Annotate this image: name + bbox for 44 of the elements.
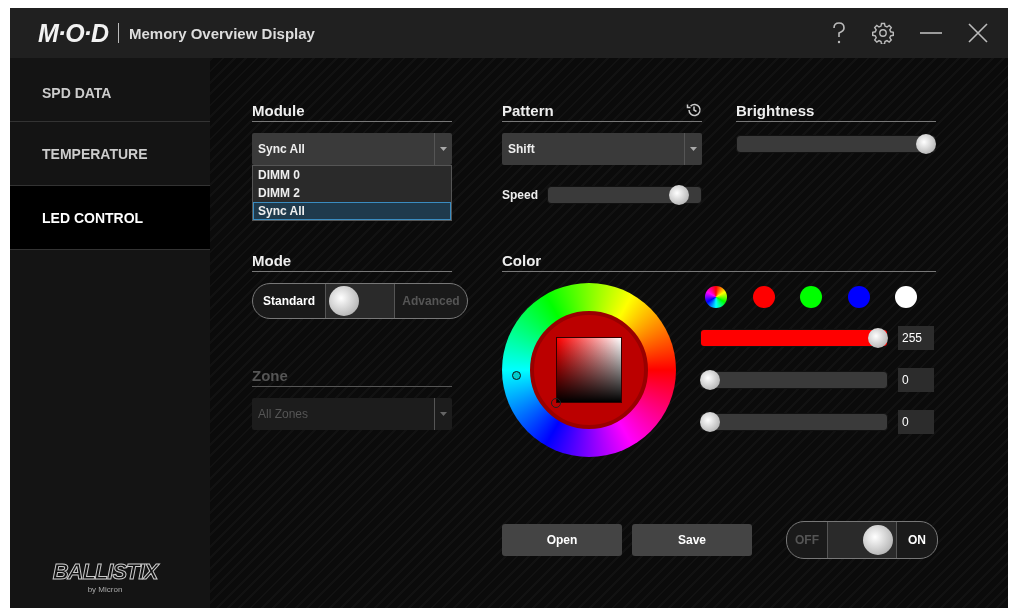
value-field[interactable]: 0 bbox=[898, 410, 934, 434]
channel-slider[interactable] bbox=[700, 327, 888, 349]
close-icon[interactable] bbox=[968, 23, 988, 43]
action-button[interactable]: Open bbox=[502, 524, 622, 556]
settings-icon[interactable] bbox=[872, 22, 894, 44]
window-title: Memory Overview Display bbox=[129, 24, 315, 42]
section-heading: Pattern bbox=[502, 102, 554, 119]
menu-item[interactable]: Sync All bbox=[253, 202, 451, 220]
sidebar-item[interactable]: SPD DATA bbox=[10, 58, 210, 122]
menu-item[interactable]: DIMM 2 bbox=[253, 184, 451, 202]
caret-icon bbox=[690, 147, 697, 151]
brand-tagline: by Micron bbox=[87, 585, 123, 594]
pattern-dropdown[interactable]: Shift bbox=[502, 133, 702, 165]
section-heading: Color bbox=[502, 252, 936, 272]
brightness-slider[interactable] bbox=[736, 133, 936, 155]
action-button[interactable]: Save bbox=[632, 524, 752, 556]
color-swatch[interactable] bbox=[752, 286, 775, 308]
channel-slider[interactable] bbox=[700, 411, 888, 433]
section-heading: Mode bbox=[252, 252, 452, 272]
history-icon[interactable] bbox=[686, 102, 702, 118]
power-switch[interactable]: OFF ON bbox=[786, 521, 938, 559]
section-heading: Zone bbox=[252, 367, 452, 387]
speed-label: Speed bbox=[502, 188, 539, 202]
speed-slider[interactable] bbox=[547, 184, 702, 206]
value-field[interactable]: 0 bbox=[898, 368, 934, 392]
spectrum-swatch[interactable] bbox=[705, 286, 727, 308]
module-dropdown[interactable]: Sync All bbox=[252, 133, 452, 165]
value-field[interactable]: 255 bbox=[898, 326, 934, 350]
color-swatch[interactable] bbox=[847, 286, 870, 308]
mode-switch[interactable]: Standard Advanced bbox=[252, 283, 468, 319]
section-heading: Brightness bbox=[736, 102, 936, 122]
section-heading: Module bbox=[252, 102, 452, 122]
caret-icon bbox=[440, 147, 447, 151]
color-wheel-drawing[interactable] bbox=[502, 283, 676, 457]
color-swatch[interactable] bbox=[895, 286, 917, 308]
channel-slider[interactable] bbox=[700, 369, 888, 391]
caret-icon bbox=[440, 412, 447, 416]
menu-item[interactable]: DIMM 0 bbox=[253, 166, 451, 184]
minimize-icon[interactable] bbox=[920, 31, 942, 35]
help-icon[interactable] bbox=[832, 22, 846, 44]
color-swatch[interactable] bbox=[800, 286, 822, 308]
app-logo: M·O·D bbox=[38, 18, 108, 48]
brand-logo: BALLISTIX bbox=[52, 559, 158, 585]
sidebar-item[interactable]: LED CONTROL bbox=[10, 186, 210, 250]
